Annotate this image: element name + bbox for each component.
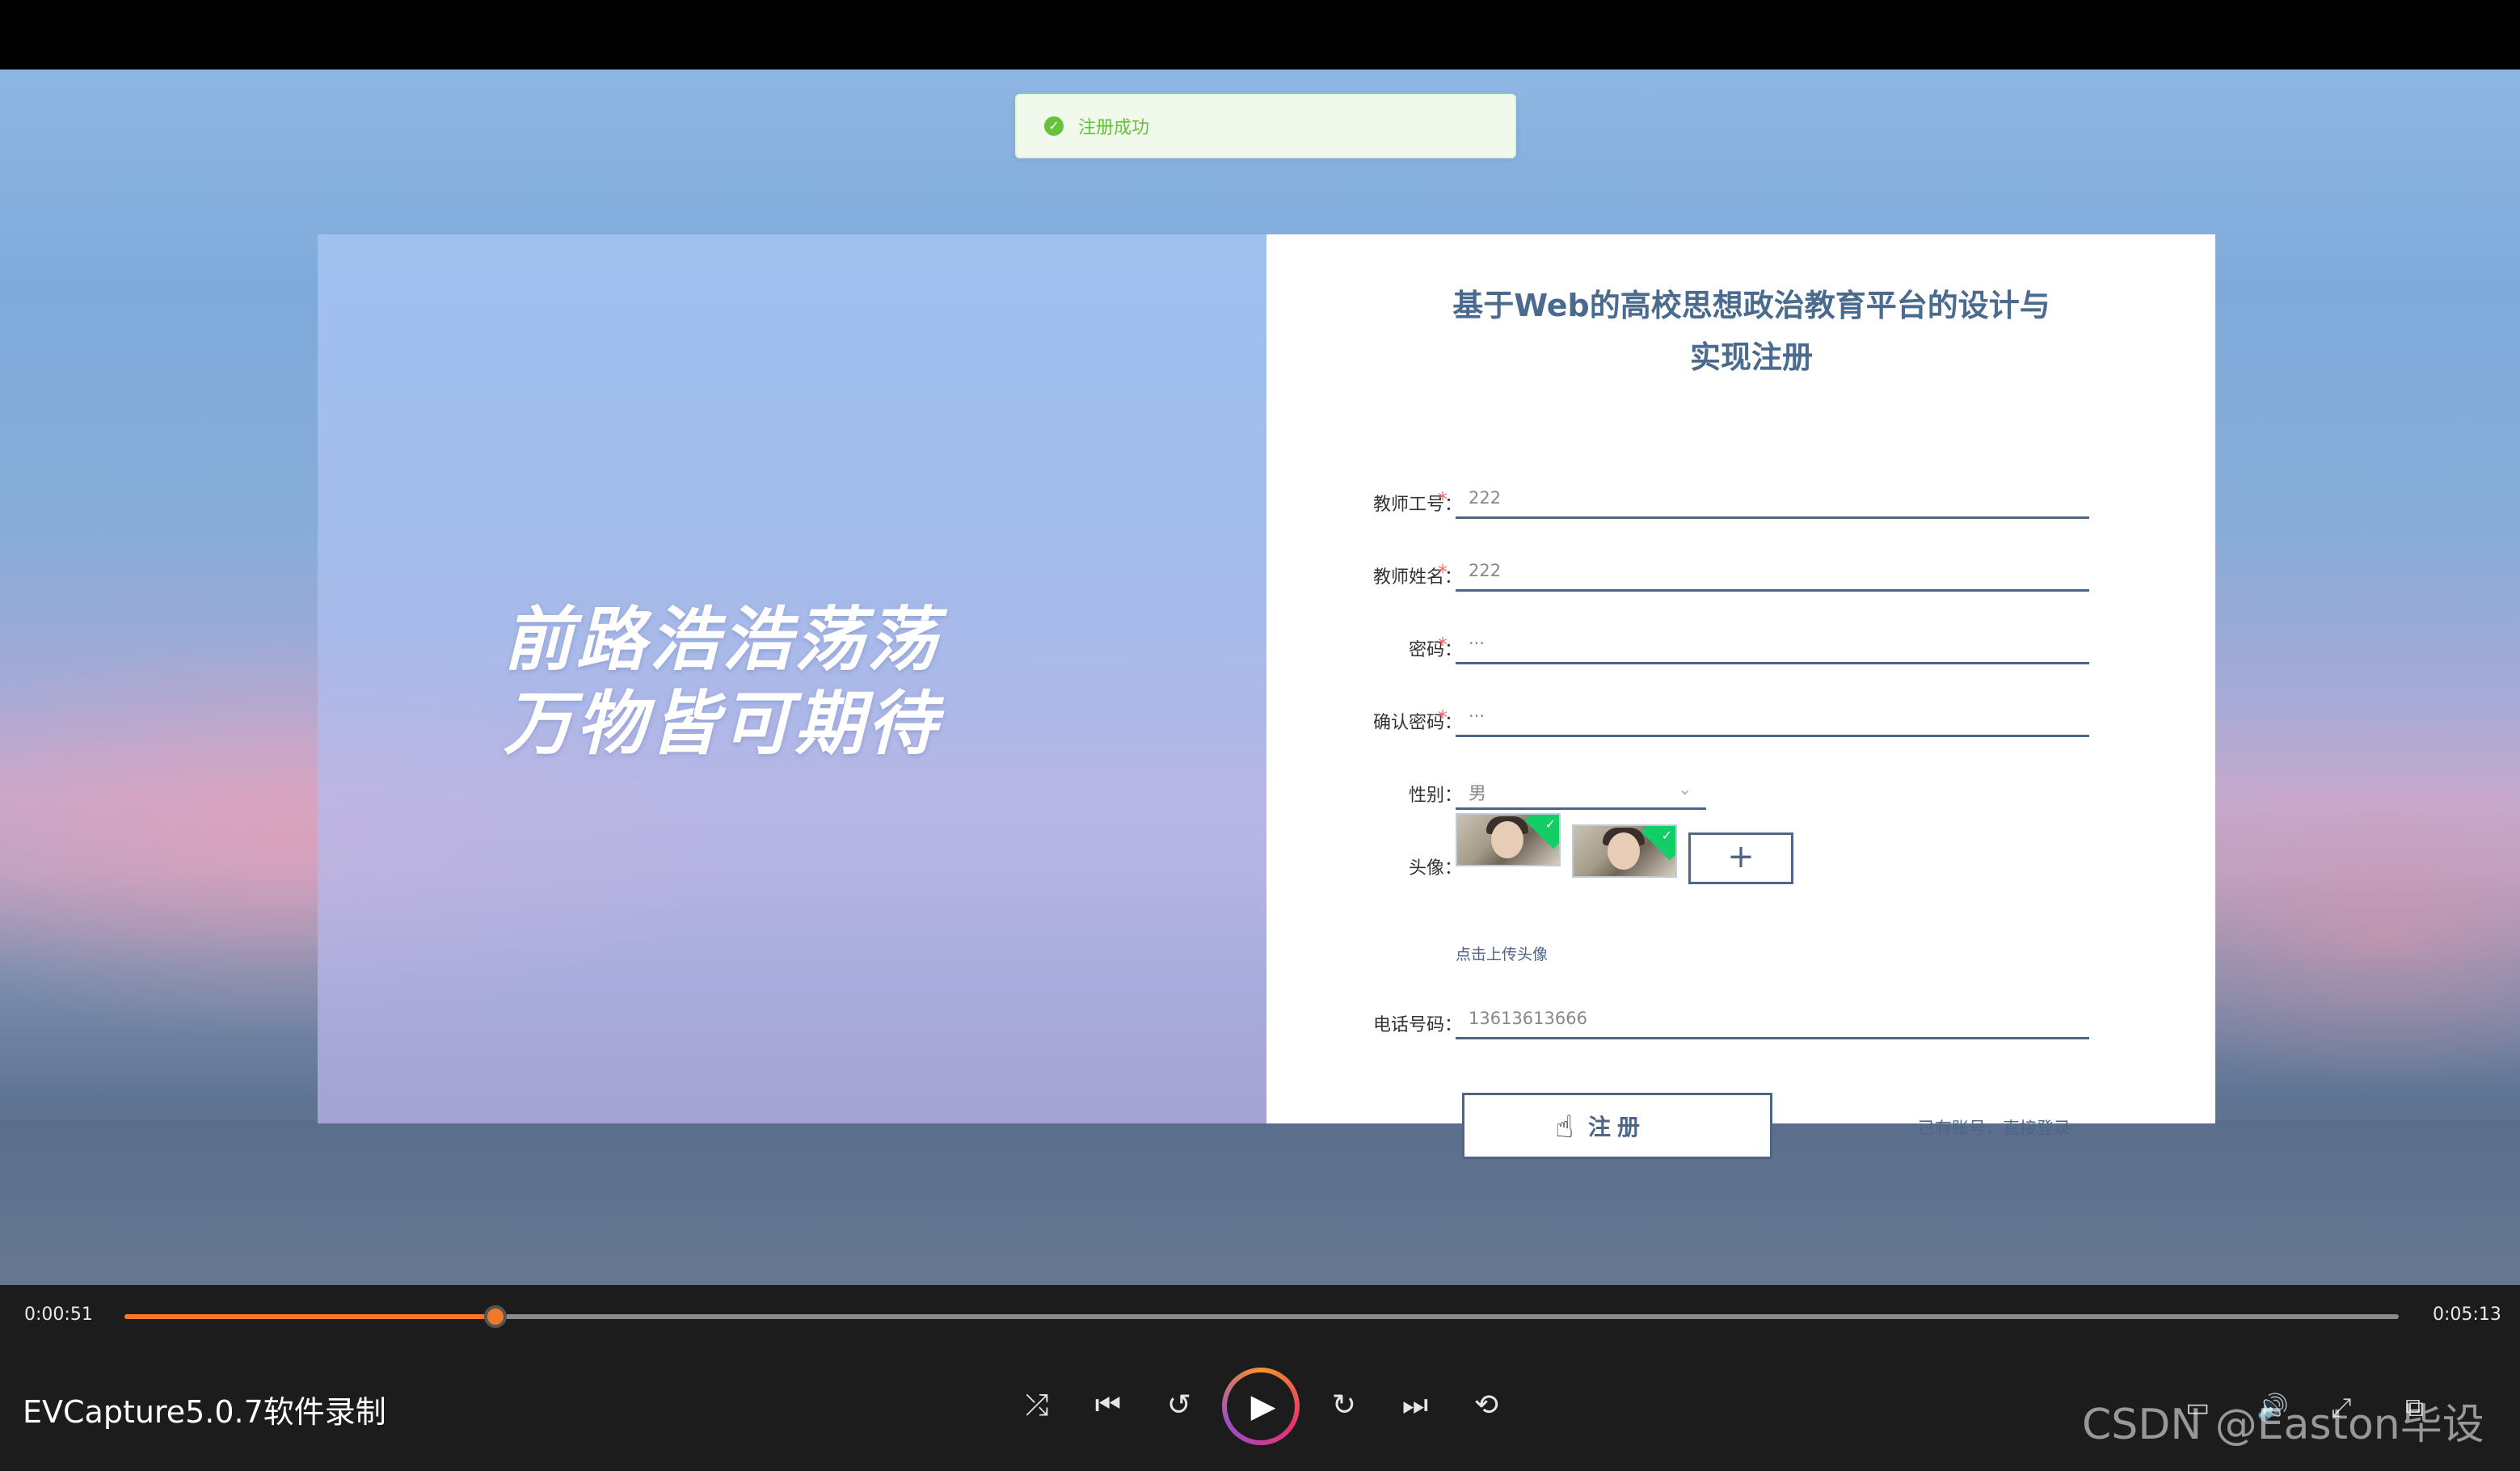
previous-icon[interactable]: ⏮ <box>1088 1389 1128 1423</box>
shuffle-icon[interactable]: ⤮ <box>1017 1389 1057 1423</box>
register-button[interactable]: 注册 <box>1462 1093 1772 1159</box>
repeat-icon[interactable]: ⟲ <box>1466 1389 1507 1422</box>
seek-thumb[interactable] <box>483 1305 507 1328</box>
recorder-label: EVCapture5.0.7软件录制 <box>23 1394 386 1430</box>
confirm-password-input[interactable] <box>1456 697 2089 737</box>
phone-label: 电话号码： <box>1372 1015 1462 1035</box>
play-icon: ▶ <box>1227 1372 1295 1440</box>
csdn-watermark: CSDN @Easton毕设 <box>2082 1401 2484 1449</box>
check-icon: ✓ <box>1544 816 1556 832</box>
avatar-face <box>1608 832 1640 870</box>
top-letterbox <box>0 0 2520 70</box>
teacher-name-input[interactable] <box>1456 551 2089 592</box>
total-time: 0:05:13 <box>2433 1305 2501 1325</box>
success-toast: ✓ 注册成功 <box>1015 94 1516 158</box>
confirm-password-label: 确认密码： <box>1372 713 1462 733</box>
chevron-down-icon: ⌄ <box>1678 779 1692 799</box>
hand-cursor-icon: ☝ <box>1555 1109 1574 1144</box>
phone-row: 电话号码： <box>1266 999 2215 1047</box>
password-row: 密码： * <box>1266 624 2215 672</box>
teacher-id-row: 教师工号： * <box>1266 478 2215 527</box>
gender-select[interactable]: 男 ⌄ <box>1456 769 1706 810</box>
next-icon[interactable]: ⏭ <box>1395 1389 1435 1423</box>
avatar-face <box>1491 821 1523 858</box>
teacher-id-label: 教师工号： <box>1372 495 1462 515</box>
avatar-thumbnail[interactable]: ✓ <box>1456 813 1561 866</box>
seek-bar-progress <box>124 1314 495 1319</box>
teacher-id-input[interactable] <box>1456 478 2089 519</box>
teacher-name-row: 教师姓名： * <box>1266 551 2215 600</box>
play-button[interactable]: ▶ <box>1222 1368 1300 1445</box>
required-mark: * <box>1438 634 1448 656</box>
confirm-password-row: 确认密码： * <box>1266 697 2215 745</box>
gender-row: 性别： 男 ⌄ <box>1266 769 2215 818</box>
avatar-label: 头像： <box>1408 858 1462 879</box>
slogan-line-2: 万物皆可期待 <box>504 684 940 765</box>
login-link[interactable]: 已有账号，直接登录 <box>1918 1115 2071 1140</box>
slogan-panel: 前路浩浩荡荡 万物皆可期待 <box>318 234 1266 1123</box>
form-title-line-1: 基于Web的高校思想政治教育平台的设计与 <box>1452 288 2050 323</box>
check-icon: ✓ <box>1661 828 1672 843</box>
required-mark: * <box>1438 488 1448 511</box>
avatar-thumbnail[interactable]: ✓ <box>1572 824 1677 878</box>
password-input[interactable] <box>1456 624 2089 664</box>
gender-value: 男 <box>1469 784 1487 804</box>
media-player-bar: 0:00:51 0:05:13 EVCapture5.0.7软件录制 ⤮ ⏮ ↺… <box>0 1285 2520 1471</box>
seek-bar[interactable] <box>124 1305 2399 1328</box>
screen: ✓ 注册成功 前路浩浩荡荡 万物皆可期待 基于Web的高校思想政治教育平台的设计… <box>0 0 2520 1471</box>
rewind-10-icon[interactable]: ↺ <box>1159 1389 1199 1422</box>
avatar-row: 头像： ✓ ✓ + <box>1266 813 2215 915</box>
required-mark: * <box>1438 561 1448 584</box>
toast-message: 注册成功 <box>1078 118 1150 138</box>
current-time: 0:00:51 <box>24 1305 93 1325</box>
slogan: 前路浩浩荡荡 万物皆可期待 <box>504 598 1118 766</box>
register-form: 基于Web的高校思想政治教育平台的设计与 实现注册 教师工号： * 教师姓名： … <box>1266 234 2215 1159</box>
forward-30-icon[interactable]: ↻ <box>1324 1389 1364 1422</box>
form-title: 基于Web的高校思想政治教育平台的设计与 实现注册 <box>1444 280 2059 383</box>
upload-avatar-tip[interactable]: 点击上传头像 <box>1456 942 1548 964</box>
gender-label: 性别： <box>1408 786 1462 806</box>
video-frame: ✓ 注册成功 前路浩浩荡荡 万物皆可期待 基于Web的高校思想政治教育平台的设计… <box>0 70 2520 1285</box>
success-check-icon: ✓ <box>1044 116 1064 136</box>
form-title-line-2: 实现注册 <box>1689 339 1813 375</box>
password-label: 密码： <box>1408 640 1462 660</box>
avatar-upload-button[interactable]: + <box>1688 832 1793 884</box>
required-mark: * <box>1438 706 1448 729</box>
phone-input[interactable] <box>1456 999 2089 1039</box>
background-sea <box>0 1120 2520 1285</box>
slogan-line-1: 前路浩浩荡荡 <box>504 600 940 681</box>
teacher-name-label: 教师姓名： <box>1372 567 1462 588</box>
